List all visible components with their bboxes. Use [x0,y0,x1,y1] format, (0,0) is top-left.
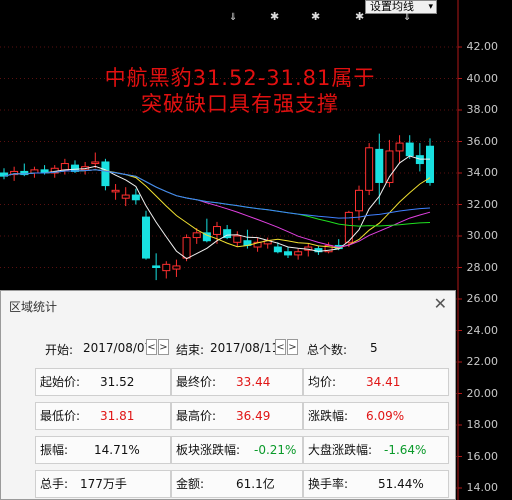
volume-cell: 总手: 177万手 [35,470,171,498]
market-change-label: 大盘涨跌幅: [308,443,373,457]
candle-body [273,246,282,253]
price-tick-label: 40.00 [466,71,499,85]
low-price-label: 最低价: [40,409,81,423]
candle-body [415,155,424,165]
candle-body [355,189,363,212]
candle-body [152,265,161,268]
count-label: 总个数: [307,343,348,357]
count-value: 5 [370,341,378,355]
candle-body [426,145,434,183]
change-pct-value: 6.09% [366,409,405,423]
turnover-cell: 换手率: 51.44% [303,470,449,498]
candle-body [213,226,221,235]
start-next-button[interactable]: > [158,339,169,355]
event-marker-icon[interactable]: ✱ [355,10,364,23]
sector-change-value: -0.21% [254,443,297,457]
price-tick-label: 28.00 [466,260,499,274]
annotation-line-2: 突破缺口具有强支撑 [141,92,339,116]
candle-body [91,161,100,165]
turnover-value: 51.44% [378,477,424,491]
price-tick-label: 30.00 [466,229,499,242]
low-price-value: 31.81 [100,409,135,423]
change-pct-cell: 涨跌幅: 6.09% [303,402,449,430]
price-tick-label: 42.00 [466,40,499,53]
start-label: 开始: [45,343,74,357]
candle-body [405,142,414,157]
candle-body [192,232,201,239]
price-tick-label: 38.00 [466,103,499,116]
change-pct-label: 涨跌幅: [308,409,349,423]
close-price-label: 最终价: [176,375,217,389]
event-marker-icon[interactable]: ✱ [311,10,320,23]
candle-body [395,142,404,152]
candle-body [121,194,130,199]
down-arrow-icon: ⇓ [403,12,412,23]
open-price-value: 31.52 [100,375,135,389]
dialog-title: 区域统计 [9,300,58,314]
candle-body [142,216,150,259]
end-label: 结束: [176,343,205,357]
end-date: 2017/08/11 [210,341,280,355]
dropdown-arrow-icon: ▾ [428,2,433,12]
sector-change-label: 板块涨跌幅: [176,443,241,457]
candle-body [131,194,140,201]
price-tick-label: 24.00 [466,323,499,337]
price-tick-label: 22.00 [466,355,499,368]
market-change-value: -1.64% [384,443,427,457]
event-marker-icon[interactable]: ✱ [270,10,279,23]
moving-average-settings-button[interactable]: 设置均线 ▾ [365,0,437,14]
amplitude-value: 14.71% [94,443,140,457]
down-arrow-icon: ⇓ [229,12,238,23]
amplitude-cell: 振幅: 14.71% [35,436,171,464]
candle-body [233,235,242,243]
sector-change-cell: 板块涨跌幅: -0.21% [171,436,303,464]
candle-body [60,163,69,171]
high-price-value: 36.49 [236,409,271,423]
candle-body [365,147,374,191]
candle-body [172,265,181,270]
end-prev-button[interactable]: < [275,339,286,355]
avg-price-label: 均价: [308,375,337,389]
price-tick-label: 32.00 [466,197,499,211]
end-next-button[interactable]: > [287,339,298,355]
candle-body [182,237,191,259]
price-tick-label: 18.00 [466,418,499,431]
start-date: 2017/08/07 [83,341,153,355]
high-price-cell: 最高价: 36.49 [171,402,303,430]
turnover-label: 换手率: [308,477,349,491]
volume-label: 总手: [40,477,69,491]
candle-body [111,189,120,193]
high-price-label: 最高价: [176,409,217,423]
candle-body [162,263,171,272]
amount-value: 61.1亿 [236,477,275,491]
avg-price-value: 34.41 [366,375,401,389]
avg-price-cell: 均价: 34.41 [303,368,449,396]
price-tick-label: 26.00 [466,292,499,305]
price-tick-label: 36.00 [466,134,499,148]
price-tick-label: 16.00 [466,449,499,463]
open-price-label: 起始价: [40,375,81,389]
price-tick-label: 20.00 [466,386,499,400]
market-change-cell: 大盘涨跌幅: -1.64% [303,436,449,464]
price-tick-label: 14.00 [466,481,499,494]
candle-body [294,251,303,256]
candle-body [375,148,384,183]
region-stats-dialog: 区域统计 ✕ 开始: 2017/08/07 < > 结束: 2017/08/11… [0,290,456,500]
price-tick-label: 34.00 [466,166,499,179]
candle-body [101,161,110,187]
close-price-value: 33.44 [236,375,271,389]
amount-label: 金额: [176,477,205,491]
amount-cell: 金额: 61.1亿 [171,470,303,498]
volume-value: 177万手 [80,477,127,491]
candle-body [284,251,292,256]
open-price-cell: 起始价: 31.52 [35,368,171,396]
close-icon[interactable]: ✕ [434,294,447,313]
low-price-cell: 最低价: 31.81 [35,402,171,430]
start-prev-button[interactable]: < [146,339,157,355]
amplitude-label: 振幅: [40,443,69,457]
close-price-cell: 最终价: 33.44 [171,368,303,396]
